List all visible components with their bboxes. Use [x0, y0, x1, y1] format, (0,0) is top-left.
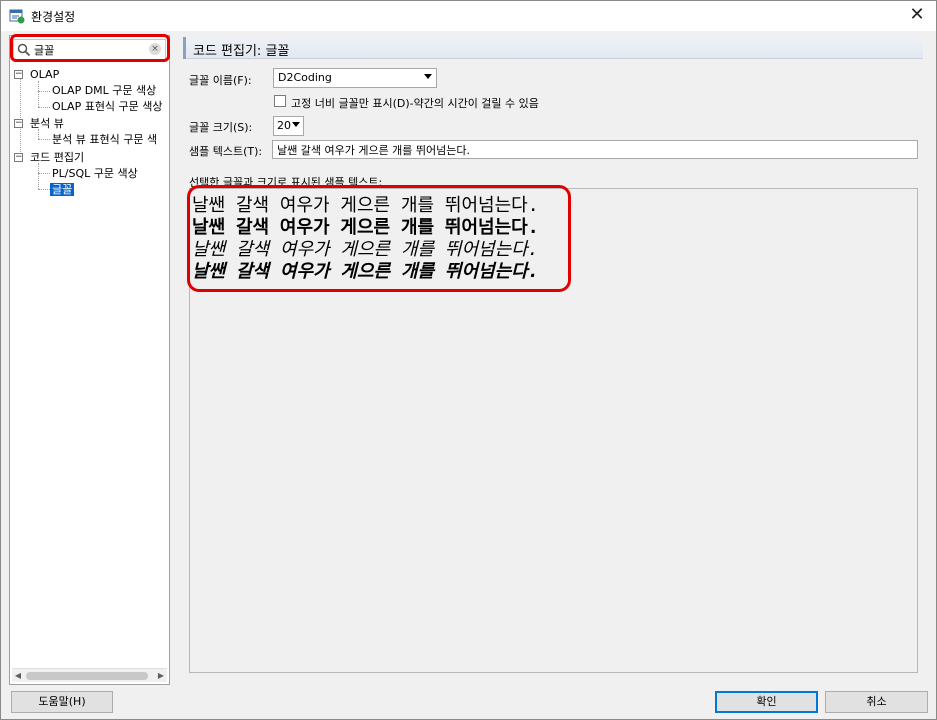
search-field[interactable]: ×	[13, 39, 166, 61]
tree-connector	[38, 107, 50, 108]
tree-item-label: OLAP 표현식 구문 색상	[52, 100, 163, 113]
cancel-button[interactable]: 취소	[825, 691, 928, 713]
collapse-icon[interactable]: −	[14, 119, 23, 128]
navigation-panel: × − OLAP OLAP DML 구문 색상 OLAP 표현식 구문 색상	[9, 35, 170, 685]
section-title: 코드 편집기: 글꼴	[193, 44, 290, 59]
help-button[interactable]: 도움말(H)	[11, 691, 113, 713]
scroll-right-icon[interactable]: ▶	[156, 670, 166, 682]
collapse-icon[interactable]: −	[14, 153, 23, 162]
sample-text-label: 샘플 텍스트(T):	[189, 145, 263, 158]
font-name-dropdown[interactable]: D2Coding	[273, 68, 437, 88]
tree-item-plsql-syntax-color[interactable]: PL/SQL 구문 색상	[52, 166, 138, 182]
tree-item-label: 코드 편집기	[30, 151, 85, 164]
font-name-label: 글꼴 이름(F):	[189, 74, 252, 87]
tree-item-olap-expression-syntax-color[interactable]: OLAP 표현식 구문 색상	[52, 99, 163, 115]
scroll-left-icon[interactable]: ◀	[13, 670, 23, 682]
tree-connector	[38, 173, 50, 174]
fixed-width-only-label: 고정 너비 글꼴만 표시(D)-약간의 시간이 걸릴 수 있음	[291, 97, 539, 110]
collapse-icon[interactable]: −	[14, 70, 23, 79]
tree-connector	[38, 81, 39, 107]
tree-item-label: 분석 뷰 표현식 구문 색	[52, 133, 158, 146]
preferences-tree: − OLAP OLAP DML 구문 색상 OLAP 표현식 구문 색상 − 분…	[10, 65, 169, 665]
tree-connector	[20, 76, 21, 154]
tree-item-olap-dml-syntax-color[interactable]: OLAP DML 구문 색상	[52, 83, 156, 99]
tree-item-label: OLAP	[30, 68, 60, 81]
tree-connector	[38, 189, 50, 190]
ok-button[interactable]: 확인	[715, 691, 818, 713]
font-size-dropdown[interactable]: 20	[273, 116, 304, 136]
preferences-dialog: 환경설정 ✕ × − OLAP	[0, 0, 937, 720]
close-icon[interactable]: ✕	[904, 4, 930, 28]
app-icon	[9, 9, 25, 24]
font-size-label: 글꼴 크기(S):	[189, 121, 253, 134]
font-preview-area: 날쌘 갈색 여우가 게으른 개를 뛰어넘는다. 날쌘 갈색 여우가 게으른 개를…	[189, 188, 918, 673]
search-icon	[17, 43, 31, 57]
section-header: 코드 편집기: 글꼴	[183, 37, 923, 59]
fixed-width-only-checkbox[interactable]	[274, 95, 286, 107]
clear-search-icon[interactable]: ×	[149, 43, 161, 55]
font-size-value: 20	[277, 119, 291, 132]
sample-text-input[interactable]	[272, 140, 918, 159]
header-accent	[183, 37, 186, 59]
tree-item-label: PL/SQL 구문 색상	[52, 167, 138, 180]
font-name-value: D2Coding	[278, 71, 332, 84]
tree-item-label: OLAP DML 구문 색상	[52, 84, 157, 97]
tree-connector	[38, 91, 50, 92]
settings-content: 코드 편집기: 글꼴 글꼴 이름(F): D2Coding 고정 너비 글꼴만 …	[179, 35, 929, 685]
search-input[interactable]	[34, 42, 144, 58]
window-title: 환경설정	[31, 10, 76, 24]
tree-item-label: 분석 뷰	[30, 117, 64, 130]
dropdown-arrow-icon	[424, 74, 432, 79]
preview-line-bold-italic: 날쌘 갈색 여우가 게으른 개를 뛰어넘는다.	[192, 261, 539, 282]
horizontal-scrollbar[interactable]: ◀ ▶	[12, 668, 167, 682]
tree-connector	[38, 139, 50, 140]
title-bar: 환경설정 ✕	[1, 1, 936, 31]
tree-item-font[interactable]: 글꼴	[50, 182, 75, 198]
dropdown-arrow-icon	[292, 122, 300, 127]
scrollbar-thumb[interactable]	[26, 672, 148, 680]
tree-item-analytic-view-expression-color[interactable]: 분석 뷰 표현식 구문 색	[52, 132, 157, 148]
tree-connector	[38, 163, 39, 189]
tree-item-label: 글꼴	[50, 183, 75, 196]
